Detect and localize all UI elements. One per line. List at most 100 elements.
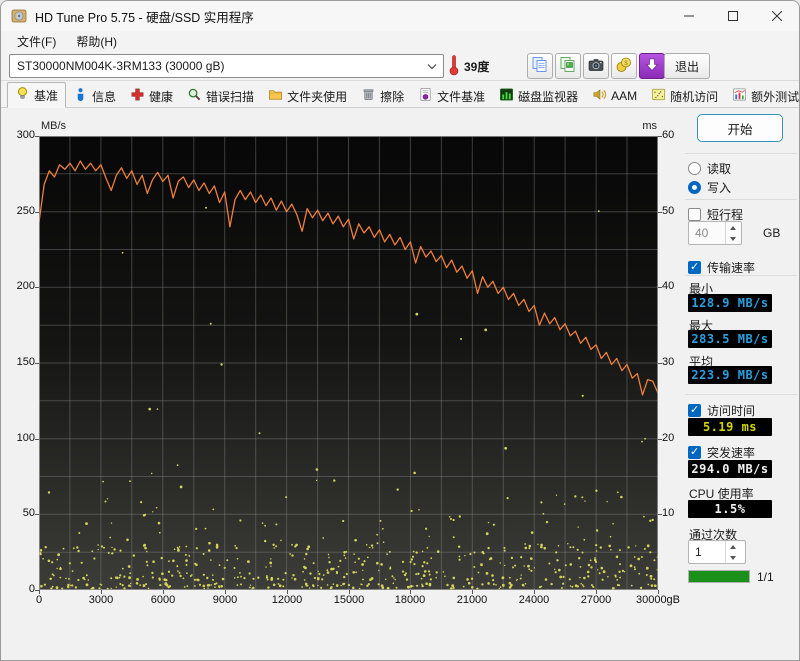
access-time-label: 访问时间	[707, 404, 756, 418]
start-button[interactable]: 开始	[697, 114, 783, 142]
right-axis-tick	[658, 212, 662, 213]
transfer-rate-checkbox[interactable]: 传输速率	[688, 259, 755, 276]
x-axis-tick-label: 9000	[212, 594, 238, 606]
tab-filebench[interactable]: 文件基准	[411, 85, 492, 107]
tab-scan[interactable]: 错误扫描	[180, 85, 261, 107]
min-value-display: 128.9 MB/s	[688, 294, 772, 312]
exit-button[interactable]: 退出	[664, 53, 710, 79]
copy-image-button[interactable]	[555, 53, 581, 79]
pass-count-input[interactable]	[689, 541, 725, 563]
tab-erase[interactable]: 擦除	[354, 85, 411, 107]
right-axis-tick	[658, 136, 662, 137]
short-stroke-size-input[interactable]	[689, 222, 725, 244]
tab-label: AAM	[611, 89, 638, 103]
tab-health[interactable]: 健康	[123, 85, 180, 107]
left-axis-tick	[35, 287, 39, 288]
tab-label: 磁盘监视器	[518, 89, 579, 104]
burst-rate-checkbox[interactable]: 突发速率	[688, 444, 755, 461]
tab-label: 文件夹使用	[287, 89, 348, 104]
max-value: 283.5 MB/s	[691, 332, 769, 346]
tab-random[interactable]: 随机访问	[644, 85, 725, 107]
stepper-down-button[interactable]	[726, 233, 740, 244]
access-time-checkbox-box[interactable]	[688, 403, 701, 417]
tab-label: 信息	[92, 89, 117, 104]
left-axis-tick-label: 100	[16, 432, 35, 444]
x-axis-tick-label: 27000	[580, 594, 612, 606]
drive-select[interactable]: ST30000NM004K-3RM133 (30000 gB)	[9, 54, 444, 78]
pass-count-stepper[interactable]	[688, 540, 746, 564]
stepper-down-button[interactable]	[726, 552, 740, 563]
menu-item-file[interactable]: 文件(F)	[7, 31, 66, 52]
temperature-value: 39度	[464, 60, 490, 74]
stepper-up-button[interactable]	[726, 541, 740, 552]
save-button[interactable]: $	[611, 53, 637, 79]
app-icon	[11, 9, 27, 23]
tab-monitor[interactable]: 磁盘监视器	[492, 85, 585, 107]
chart-canvas	[38, 135, 660, 591]
start-button-label: 开始	[727, 122, 753, 137]
tab-label: 额外测试	[751, 89, 800, 104]
left-axis-tick-label: 50	[22, 507, 35, 519]
benchmark-page: MB/s ms 300 250 200 150 100 50 0 60 50 40 30 20 10 0 3…	[1, 108, 799, 660]
benchmark-icon	[15, 86, 30, 104]
menu-item-help[interactable]: 帮助(H)	[66, 31, 127, 52]
tab-info[interactable]: 信息	[66, 85, 123, 107]
write-radio[interactable]: 写入	[688, 179, 731, 196]
monitor-icon	[499, 87, 514, 105]
minimize-button[interactable]	[667, 1, 711, 31]
copy-image-icon	[559, 56, 577, 77]
close-button[interactable]	[755, 1, 799, 31]
burst-rate-checkbox-box[interactable]	[688, 445, 701, 459]
left-axis-tick-label: 250	[16, 205, 35, 217]
info-icon	[73, 87, 88, 105]
tab-benchmark[interactable]: 基准	[7, 82, 67, 108]
progress-bar-fill	[689, 571, 749, 582]
download-button[interactable]	[639, 53, 665, 79]
access-time-checkbox[interactable]: 访问时间	[688, 402, 755, 419]
separator	[685, 394, 797, 395]
transfer-rate-checkbox-box[interactable]	[688, 260, 701, 274]
x-axis-tick	[101, 590, 102, 594]
stepper-up-button[interactable]	[726, 222, 740, 233]
write-radio-circle[interactable]	[688, 181, 701, 194]
x-axis-tick	[39, 590, 40, 594]
copy-text-button[interactable]	[527, 53, 553, 79]
x-axis-tick-label: 3000	[88, 594, 114, 606]
filebench-icon	[418, 87, 433, 105]
tab-aam[interactable]: AAM	[585, 85, 644, 107]
chevron-down-icon	[427, 64, 437, 70]
left-axis-tick-label: 150	[16, 356, 35, 368]
thermometer-icon	[449, 55, 459, 76]
x-axis-tick	[472, 590, 473, 594]
screenshot-icon	[587, 56, 605, 77]
right-axis-tick	[658, 439, 662, 440]
tab-label: 基准	[34, 88, 59, 103]
avg-value: 223.9 MB/s	[691, 368, 769, 382]
access-time-display: 5.19 ms	[688, 418, 772, 436]
read-radio-circle[interactable]	[688, 162, 701, 175]
right-axis-tick	[658, 363, 662, 364]
read-radio[interactable]: 读取	[688, 160, 731, 177]
short-stroke-size-stepper[interactable]	[688, 221, 742, 245]
x-axis-tick	[596, 590, 597, 594]
x-axis-tick-label: 24000	[518, 594, 550, 606]
burst-rate-display: 294.0 MB/s	[688, 460, 772, 478]
tab-label: 擦除	[380, 89, 405, 104]
x-axis-tick	[225, 590, 226, 594]
screenshot-button[interactable]	[583, 53, 609, 79]
maximize-button[interactable]	[711, 1, 755, 31]
short-stroke-checkbox-box[interactable]	[688, 208, 701, 221]
left-axis-tick	[35, 136, 39, 137]
tab-extra[interactable]: 额外测试	[725, 85, 800, 107]
aam-icon	[592, 87, 607, 105]
tab-folder[interactable]: 文件夹使用	[261, 85, 354, 107]
left-axis-tick	[35, 439, 39, 440]
right-axis-tick	[658, 287, 662, 288]
max-value-display: 283.5 MB/s	[688, 330, 772, 348]
toolbar: ST30000NM004K-3RM133 (30000 gB) 39度 $ 退出	[1, 51, 799, 81]
erase-icon	[361, 87, 376, 105]
burst-rate-value: 294.0 MB/s	[691, 462, 769, 476]
right-axis-tick	[658, 514, 662, 515]
title-bar: HD Tune Pro 5.75 - 硬盘/SSD 实用程序	[1, 1, 799, 31]
extra-icon	[732, 87, 747, 105]
